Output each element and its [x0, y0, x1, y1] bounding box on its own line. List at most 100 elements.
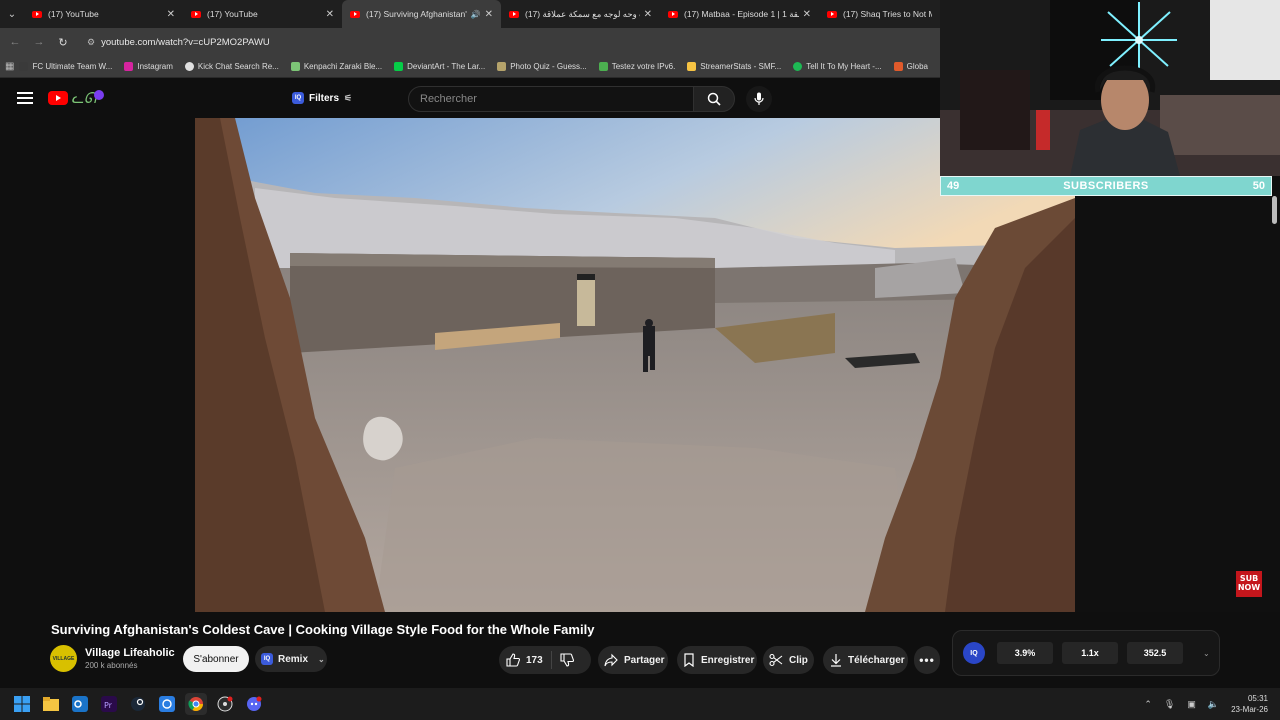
tab-close-icon[interactable]: ✕	[644, 9, 652, 20]
youtube-favicon-icon	[827, 10, 837, 18]
voice-search-button[interactable]	[746, 86, 772, 112]
iq-stat-score: 352.5	[1127, 642, 1183, 664]
windows-start-icon[interactable]	[11, 693, 33, 715]
clip-button[interactable]: Clip	[763, 646, 814, 674]
dislike-button[interactable]	[552, 653, 580, 667]
system-tray: ⌃ 🎙 ▣ 🔈 05:31 23-Mar-26	[1144, 688, 1280, 720]
more-actions-button[interactable]: •••	[914, 646, 940, 674]
browser-tab[interactable]: (17) YouTube ✕	[24, 0, 183, 28]
bookmark-item[interactable]: Globa	[893, 62, 928, 71]
subscribe-now-badge[interactable]: SUB NOW	[1236, 571, 1262, 597]
download-button[interactable]: Télécharger	[823, 646, 908, 674]
bookmark-label: Kick Chat Search Re...	[197, 62, 279, 71]
file-explorer-icon[interactable]	[40, 693, 62, 715]
iq-stat-multiplier: 1.1x	[1062, 642, 1118, 664]
browser-tab[interactable]: (17) Matbaa - Episode 1 | 1 الحلقة ✕	[660, 0, 819, 28]
bookmark-label: Photo Quiz - Guess...	[510, 62, 587, 71]
back-icon[interactable]: ←	[3, 36, 27, 48]
tab-close-icon[interactable]: ✕	[485, 9, 493, 20]
filters-label: Filters	[309, 92, 340, 104]
chevron-down-icon[interactable]: ⌄	[1203, 649, 1210, 658]
bookmark-icon	[684, 653, 694, 667]
video-player-letterbox-left	[0, 118, 195, 612]
bookmark-item[interactable]: Kenpachi Zaraki Ble...	[290, 62, 382, 71]
chrome-icon[interactable]	[185, 693, 207, 715]
thumbs-up-icon	[506, 653, 520, 667]
scrollbar-thumb[interactable]	[1272, 196, 1277, 224]
bookmark-label: StreamerStats - SMF...	[700, 62, 782, 71]
save-button[interactable]: Enregistrer	[677, 646, 757, 674]
tab-close-icon[interactable]: ✕	[167, 9, 175, 20]
browser-tab[interactable]: (17) YouTube ✕	[183, 0, 342, 28]
system-clock[interactable]: 05:31 23-Mar-26	[1231, 693, 1268, 715]
bookmark-item[interactable]: Kick Chat Search Re...	[184, 62, 279, 71]
site-info-icon[interactable]: ⚙	[87, 37, 95, 48]
bookmark-item[interactable]: DeviantArt - The Lar...	[394, 62, 485, 71]
tab-close-icon[interactable]: ✕	[803, 9, 811, 20]
clock-time: 05:31	[1247, 694, 1268, 703]
tab-close-icon[interactable]: ✕	[326, 9, 334, 20]
bookmark-item[interactable]: StreamerStats - SMF...	[687, 62, 781, 71]
bookmark-label: Instagram	[137, 62, 173, 71]
browser-tab[interactable]: (17) كنت وحه لوجه مع سمكة عملاقة ✕	[501, 0, 660, 28]
apps-grid-icon[interactable]: ▦	[0, 61, 19, 72]
logo-dot-icon	[94, 90, 105, 100]
browser-tab[interactable]: (17) Shaq Tries to Not Make	[819, 0, 940, 28]
app-icon[interactable]	[156, 693, 178, 715]
bookmark-favicon-icon	[290, 62, 300, 71]
discord-icon[interactable]	[243, 693, 265, 715]
bar-chart-icon	[687, 62, 697, 71]
bookmark-favicon-icon	[497, 62, 507, 71]
volume-icon[interactable]: 🔈	[1208, 699, 1219, 710]
url-field[interactable]: ⚙ youtube.com/watch?v=cUP2MO2PAWU	[79, 31, 639, 53]
svg-text:Pr: Pr	[104, 701, 113, 710]
microphone-icon[interactable]: 🎙	[1164, 699, 1175, 710]
like-button[interactable]: 173	[499, 651, 552, 669]
search-button[interactable]	[693, 86, 735, 112]
instagram-icon	[124, 62, 134, 71]
youtube-logo[interactable]: ᓚᘏ	[48, 89, 105, 107]
download-icon	[831, 654, 841, 667]
remix-button[interactable]: IQ Remix ⌄	[255, 646, 327, 672]
reload-icon[interactable]: ↻	[51, 36, 75, 49]
windows-taskbar: Pr ⌃ 🎙 ▣ 🔈 05:31 23-Mar-26	[0, 688, 1280, 720]
obs-icon[interactable]	[214, 693, 236, 715]
search-input[interactable]	[420, 93, 680, 105]
scissors-icon	[769, 653, 783, 667]
premiere-pro-icon[interactable]: Pr	[98, 693, 120, 715]
tab-search-dropdown-icon[interactable]: ⌄	[0, 0, 24, 28]
chevron-up-icon[interactable]: ⌃	[1144, 699, 1152, 710]
deviantart-icon	[394, 62, 404, 71]
browser-tab-strip: ⌄ (17) YouTube ✕ (17) YouTube ✕ (17) Sur…	[0, 0, 940, 28]
tab-title: (17) YouTube	[207, 9, 258, 19]
download-label: Télécharger	[848, 654, 905, 666]
bookmark-item[interactable]: FC Ultimate Team W...	[19, 62, 112, 71]
channel-avatar[interactable]: VILLAGE	[50, 645, 77, 672]
speaker-icon[interactable]: 🔊	[471, 10, 481, 19]
bookmark-item[interactable]: Instagram	[124, 62, 173, 71]
browser-tab-active[interactable]: (17) Surviving Afghanistan's 🔊 ✕	[342, 0, 501, 28]
subscribe-button[interactable]: S'abonner	[183, 646, 249, 672]
tab-title: (17) Shaq Tries to Not Make	[843, 9, 932, 19]
hamburger-menu-icon[interactable]	[17, 92, 33, 104]
bookmark-item[interactable]: Photo Quiz - Guess...	[497, 62, 587, 71]
channel-subscriber-count: 200 k abonnés	[85, 661, 138, 670]
steam-icon[interactable]	[127, 693, 149, 715]
thumbs-down-icon	[560, 653, 574, 667]
webcam-feed-image	[940, 0, 1280, 176]
channel-info: VILLAGE Village Lifeaholic 200 k abonnés	[50, 645, 175, 672]
filters-button[interactable]: IQ Filters ⚟	[292, 88, 352, 108]
bookmark-item[interactable]: Testez votre IPv6.	[598, 62, 675, 71]
tab-title: (17) YouTube	[48, 9, 99, 19]
outlook-icon[interactable]	[69, 693, 91, 715]
tab-title: (17) Matbaa - Episode 1 | 1 الحلقة	[684, 8, 799, 19]
sub-goal-label: SUBSCRIBERS	[1063, 180, 1149, 192]
forward-icon[interactable]: →	[27, 36, 51, 48]
bookmark-item[interactable]: Tell It To My Heart -...	[793, 62, 882, 71]
channel-name[interactable]: Village Lifeaholic	[85, 647, 175, 659]
remix-label: Remix	[278, 653, 309, 665]
subscriber-goal-bar: 49 SUBSCRIBERS 50	[940, 176, 1272, 196]
share-button[interactable]: Partager	[598, 646, 668, 674]
bookmark-label: Tell It To My Heart -...	[806, 62, 882, 71]
network-icon[interactable]: ▣	[1187, 699, 1196, 710]
